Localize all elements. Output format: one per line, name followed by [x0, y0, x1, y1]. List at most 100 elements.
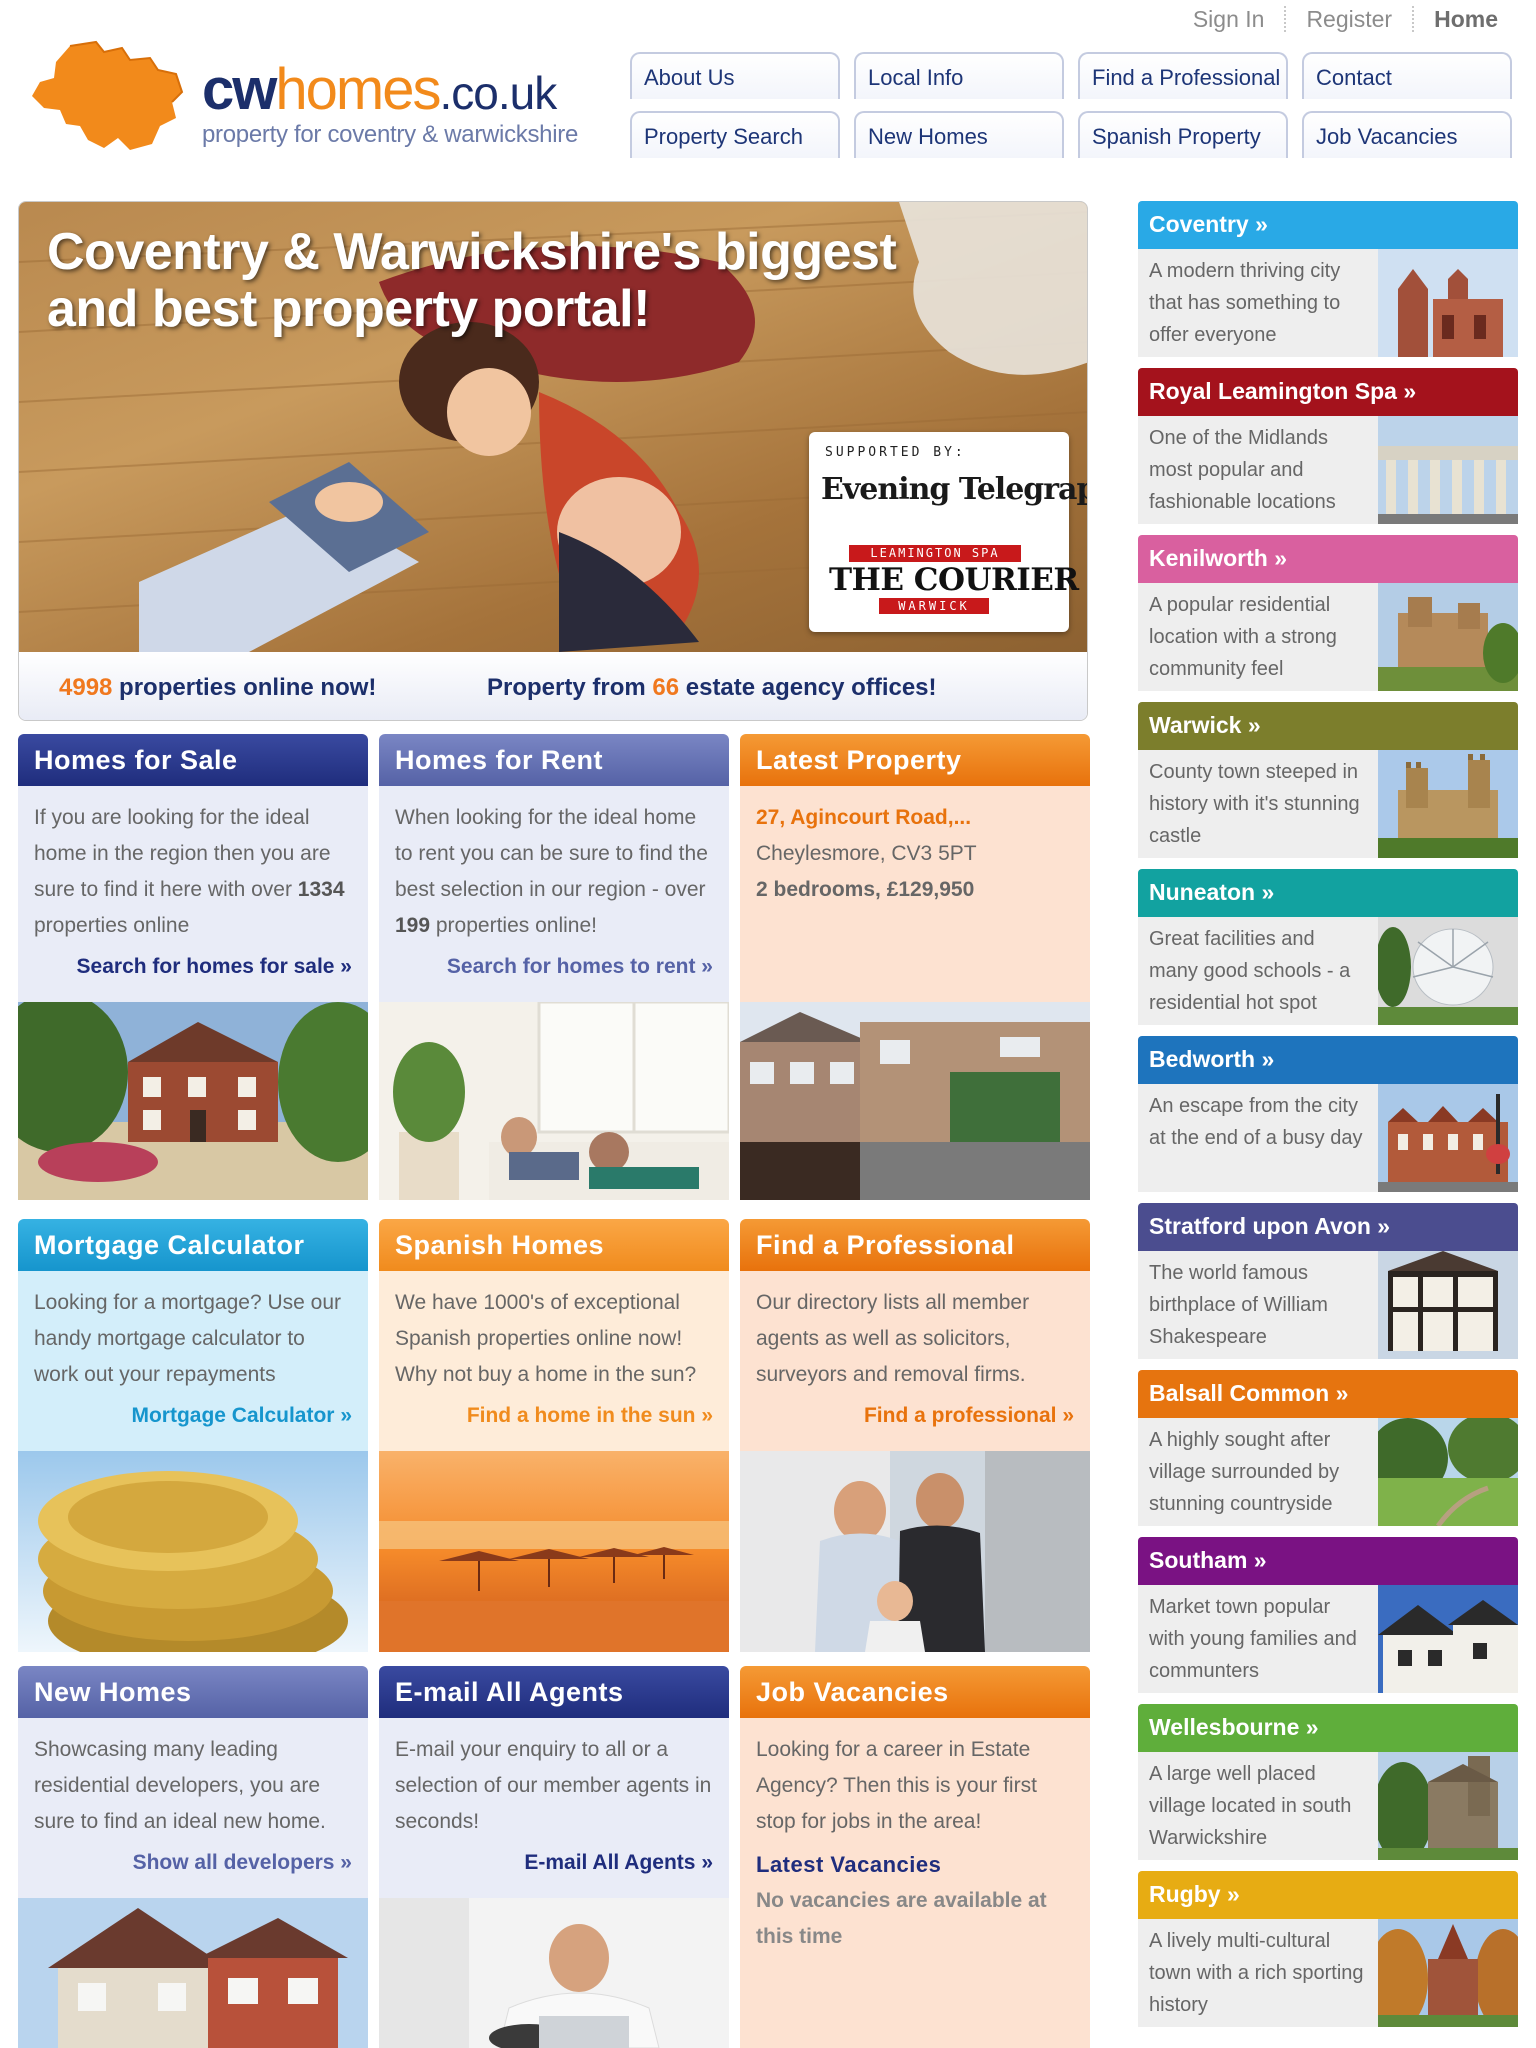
area-card-warwick[interactable]: Warwick » County town steeped in history … [1138, 702, 1518, 860]
email-all-agents-link[interactable]: E-mail All Agents » [524, 1845, 713, 1881]
couple-on-sofa-image[interactable] [379, 1002, 729, 1200]
new-homes-text: Showcasing many leading residential deve… [34, 1738, 326, 1833]
nav-tab-about-us[interactable]: About Us [630, 52, 840, 99]
spanish-homes-heading[interactable]: Spanish Homes [379, 1219, 729, 1271]
area-card-title[interactable]: Rugby » [1138, 1871, 1518, 1919]
pound-coins-image[interactable] [18, 1451, 368, 1652]
homes-for-sale-heading[interactable]: Homes for Sale [18, 734, 368, 786]
country-house-image[interactable] [18, 1002, 368, 1200]
latest-property-body: 27, Agincourt Road,... Cheylesmore, CV3 … [740, 786, 1090, 1002]
area-card-text: One of the Midlands most popular and fas… [1138, 416, 1378, 524]
nav-tab-spanish-property[interactable]: Spanish Property [1078, 111, 1288, 158]
latest-property-heading[interactable]: Latest Property [740, 734, 1090, 786]
logo-cw: cw [202, 57, 277, 122]
register-link[interactable]: Register [1286, 6, 1415, 32]
area-card-image[interactable] [1378, 1418, 1518, 1526]
area-card-image[interactable] [1378, 1084, 1518, 1192]
home-link[interactable]: Home [1414, 6, 1518, 32]
find-professional-link[interactable]: Find a professional » [864, 1398, 1074, 1434]
area-card-title[interactable]: Southam » [1138, 1537, 1518, 1585]
find-home-in-sun-link[interactable]: Find a home in the sun » [467, 1398, 713, 1434]
area-card-title[interactable]: Balsall Common » [1138, 1370, 1518, 1418]
area-card-rugby[interactable]: Rugby » A lively multi-cultural town with… [1138, 1871, 1518, 2029]
new-homes-heading[interactable]: New Homes [18, 1666, 368, 1718]
evening-telegraph-logo: Evening Telegraph [821, 472, 1088, 507]
search-homes-for-sale-link[interactable]: Search for homes for sale » [77, 949, 352, 985]
latest-property-address[interactable]: 27, Agincourt Road,... [756, 800, 1074, 836]
area-card-title[interactable]: Royal Leamington Spa » [1138, 368, 1518, 416]
area-card-title[interactable]: Bedworth » [1138, 1036, 1518, 1084]
hero-banner[interactable]: Coventry & Warwickshire's biggest and be… [18, 201, 1088, 721]
beach-sunset-image[interactable] [379, 1451, 729, 1652]
latest-property-area: Cheylesmore, CV3 5PT [756, 842, 977, 865]
area-card-image[interactable] [1378, 1585, 1518, 1693]
find-professional-text: Our directory lists all member agents as… [756, 1291, 1030, 1386]
logo-homes: homes [275, 57, 441, 122]
rent-count: 199 [395, 914, 431, 937]
nav-tab-find-professional[interactable]: Find a Professional [1078, 52, 1288, 99]
latest-property-details: 2 bedrooms, £129,950 [756, 878, 975, 901]
area-card-title[interactable]: Warwick » [1138, 702, 1518, 750]
area-card-image[interactable] [1378, 1752, 1518, 1860]
hero-title: Coventry & Warwickshire's biggest and be… [47, 224, 897, 338]
area-card-image[interactable] [1378, 1919, 1518, 2027]
area-card-image[interactable] [1378, 750, 1518, 858]
mortgage-calculator-body: Looking for a mortgage? Use our handy mo… [18, 1271, 368, 1451]
area-card-title[interactable]: Coventry » [1138, 201, 1518, 249]
find-professional-heading[interactable]: Find a Professional [740, 1219, 1090, 1271]
new-build-house-image[interactable] [18, 1898, 368, 2048]
area-card-title[interactable]: Wellesbourne » [1138, 1704, 1518, 1752]
latest-vacancies-heading[interactable]: Latest Vacancies [756, 1847, 1074, 1883]
area-card-wellesbourne[interactable]: Wellesbourne » A large well placed villag… [1138, 1704, 1518, 1862]
offices-count: 66 [652, 674, 680, 701]
hero-stats-bar: 4998 properties online now! Property fro… [19, 652, 1087, 720]
area-card-nuneaton[interactable]: Nuneaton » Great facilities and many good… [1138, 869, 1518, 1027]
email-all-agents-text: E-mail your enquiry to all or a selectio… [395, 1738, 712, 1833]
sign-in-link[interactable]: Sign In [1173, 6, 1287, 32]
area-card-image[interactable] [1378, 249, 1518, 357]
area-card-southam[interactable]: Southam » Market town popular with young … [1138, 1537, 1518, 1695]
area-card-bedworth[interactable]: Bedworth » An escape from the city at the… [1138, 1036, 1518, 1194]
area-card-image[interactable] [1378, 1251, 1518, 1359]
area-card-title[interactable]: Kenilworth » [1138, 535, 1518, 583]
email-all-agents-heading[interactable]: E-mail All Agents [379, 1666, 729, 1718]
mortgage-calculator-box: Mortgage Calculator Looking for a mortga… [18, 1219, 368, 1652]
mortgage-calculator-heading[interactable]: Mortgage Calculator [18, 1219, 368, 1271]
properties-online-stat: 4998 properties online now! [59, 674, 376, 702]
properties-count: 4998 [59, 674, 113, 701]
search-homes-to-rent-link[interactable]: Search for homes to rent » [447, 949, 713, 985]
nav-tab-local-info[interactable]: Local Info [854, 52, 1064, 99]
new-homes-box: New Homes Showcasing many leading reside… [18, 1666, 368, 2048]
sponsor-panel: SUPPORTED BY: Evening Telegraph LEAMINGT… [809, 432, 1087, 632]
latest-property-image[interactable] [740, 1002, 1090, 1200]
area-card-coventry[interactable]: Coventry » A modern thriving city that ha… [1138, 201, 1518, 359]
logo-tagline: property for coventry & warwickshire [202, 121, 578, 148]
area-card-title[interactable]: Nuneaton » [1138, 869, 1518, 917]
homes-for-rent-heading[interactable]: Homes for Rent [379, 734, 729, 786]
area-card-balsall-common[interactable]: Balsall Common » A highly sought after vi… [1138, 1370, 1518, 1528]
area-card-image[interactable] [1378, 583, 1518, 691]
area-card-royal-leamington-spa[interactable]: Royal Leamington Spa » One of the Midland… [1138, 368, 1518, 526]
show-all-developers-link[interactable]: Show all developers » [133, 1845, 352, 1881]
nav-tab-job-vacancies[interactable]: Job Vacancies [1302, 111, 1512, 158]
area-card-image[interactable] [1378, 917, 1518, 1025]
job-vacancies-heading[interactable]: Job Vacancies [740, 1666, 1090, 1718]
mortgage-calculator-link[interactable]: Mortgage Calculator » [131, 1398, 352, 1434]
area-card-stratford-upon-avon[interactable]: Stratford upon Avon » The world famous bi… [1138, 1203, 1518, 1361]
man-with-laptop-image[interactable] [379, 1898, 729, 2048]
site-logo[interactable]: cwhomes.co.uk property for coventry & wa… [26, 38, 596, 158]
family-at-door-image[interactable] [740, 1451, 1090, 1652]
email-all-agents-body: E-mail your enquiry to all or a selectio… [379, 1718, 729, 1898]
utility-nav: Sign In Register Home [1173, 6, 1518, 32]
nav-tab-new-homes[interactable]: New Homes [854, 111, 1064, 158]
area-card-title[interactable]: Stratford upon Avon » [1138, 1203, 1518, 1251]
nav-tab-contact[interactable]: Contact [1302, 52, 1512, 99]
area-card-kenilworth[interactable]: Kenilworth » A popular residential locati… [1138, 535, 1518, 693]
nav-tab-property-search[interactable]: Property Search [630, 111, 840, 158]
hero-title-line-2: and best property portal! [47, 280, 650, 338]
job-vacancies-text: Looking for a career in Estate Agency? T… [756, 1738, 1037, 1833]
area-card-text: A large well placed village located in s… [1138, 1752, 1378, 1860]
offices-stat: Property from 66 estate agency offices! [487, 674, 937, 702]
area-card-image[interactable] [1378, 416, 1518, 524]
homes-for-rent-text-end: properties online! [430, 914, 597, 937]
